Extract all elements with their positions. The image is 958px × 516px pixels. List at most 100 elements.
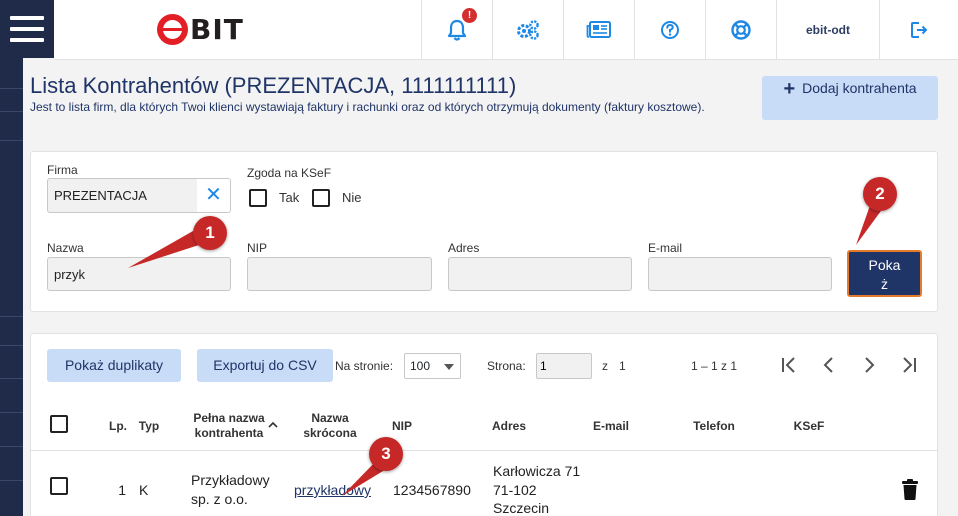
- annotation-marker-1: 1: [193, 216, 227, 250]
- last-page-icon: [903, 357, 916, 373]
- per-page-label: Na stronie:: [335, 359, 394, 373]
- row-checkbox[interactable]: [50, 477, 68, 495]
- user-menu[interactable]: ebit-odt: [776, 0, 879, 60]
- col-telefon[interactable]: Telefon: [690, 419, 738, 434]
- chevron-left-icon: [823, 357, 833, 373]
- per-page-value: 100: [410, 359, 431, 373]
- email-label: E-mail: [648, 241, 683, 255]
- logout-icon: [911, 22, 928, 38]
- row-nip: 1234567890: [393, 482, 471, 498]
- nazwa-input[interactable]: [47, 257, 231, 291]
- col-nip[interactable]: NIP: [388, 419, 416, 434]
- ebit-logo[interactable]: BIT: [157, 12, 244, 46]
- email-input[interactable]: [648, 257, 832, 291]
- sidebar: [0, 0, 23, 516]
- hamburger-icon: [10, 27, 44, 31]
- row-adres-postal: 71-102: [493, 482, 537, 498]
- col-full-name[interactable]: Pełna nazwa kontrahenta: [188, 411, 270, 441]
- firma-label: Firma: [47, 163, 78, 177]
- show-button[interactable]: Pokaż: [847, 250, 922, 297]
- trash-icon: [902, 479, 918, 500]
- first-page-button[interactable]: [777, 353, 801, 377]
- logo-e-icon: [157, 13, 188, 45]
- sidebar-divider: [0, 88, 23, 89]
- col-adres[interactable]: Adres: [490, 419, 528, 434]
- sidebar-divider: [0, 412, 23, 413]
- delete-row-button[interactable]: [901, 479, 919, 505]
- add-contractor-label: Dodaj kontrahenta: [802, 80, 917, 96]
- row-adres-street: Karłowicza 71: [493, 463, 581, 479]
- page-title: Lista Kontrahentów (PREZENTACJA, 1111111…: [30, 73, 517, 98]
- sidebar-divider: [0, 140, 23, 141]
- col-short-name[interactable]: Nazwa skrócona: [296, 411, 364, 441]
- adres-input[interactable]: [448, 257, 632, 291]
- sort-asc-icon[interactable]: [266, 418, 280, 437]
- support-button[interactable]: [705, 0, 776, 60]
- sidebar-divider: [0, 378, 23, 379]
- settings-button[interactable]: [492, 0, 563, 60]
- row-short-name-link[interactable]: przykładowy: [294, 481, 371, 500]
- show-duplicates-button[interactable]: Pokaż duplikaty: [47, 349, 181, 382]
- caret-down-icon: [444, 364, 454, 370]
- hamburger-icon: [10, 38, 44, 42]
- col-typ[interactable]: Typ: [136, 419, 162, 434]
- ksef-no-checkbox[interactable]: [312, 189, 330, 207]
- lifebuoy-icon: [731, 20, 751, 40]
- col-email[interactable]: E-mail: [590, 419, 632, 434]
- chevron-right-icon: [865, 357, 875, 373]
- ksef-no-label: Nie: [342, 190, 362, 205]
- logout-button[interactable]: [879, 0, 958, 60]
- next-page-button[interactable]: [857, 353, 881, 377]
- row-typ: K: [139, 482, 149, 498]
- ksef-consent-label: Zgoda na KSeF: [247, 166, 332, 180]
- user-name: ebit-odt: [806, 23, 850, 37]
- bell-icon: [447, 19, 467, 41]
- news-button[interactable]: [563, 0, 634, 60]
- page-of-label: z: [602, 359, 608, 373]
- header-divider: [31, 450, 937, 451]
- ksef-yes-label: Tak: [279, 190, 300, 205]
- first-page-icon: [782, 357, 795, 373]
- row-lp: 1: [118, 482, 126, 498]
- page-count: 1: [619, 359, 626, 373]
- plus-icon: +: [783, 78, 796, 100]
- logo-text: BIT: [190, 12, 244, 46]
- last-page-button[interactable]: [897, 353, 921, 377]
- menu-toggle-button[interactable]: [0, 0, 54, 58]
- notifications-button[interactable]: !: [421, 0, 492, 60]
- page-input[interactable]: [536, 353, 592, 379]
- adres-label: Adres: [448, 241, 480, 255]
- firma-input[interactable]: [47, 178, 198, 213]
- row-adres-city: Szczecin: [493, 500, 550, 516]
- export-csv-button[interactable]: Exportuj do CSV: [197, 349, 333, 382]
- help-button[interactable]: [634, 0, 705, 60]
- nip-input[interactable]: [247, 257, 432, 291]
- notification-badge: !: [462, 8, 477, 23]
- page-label: Strona:: [487, 359, 526, 373]
- per-page-select[interactable]: 100: [404, 353, 461, 379]
- page-subtitle: Jest to lista firm, dla których Twoi kli…: [30, 100, 705, 114]
- show-button-label: Pokaż: [868, 257, 901, 292]
- top-bar: BIT ! ebit-odt: [54, 0, 958, 60]
- clear-firma-button[interactable]: ✕: [197, 178, 231, 213]
- ksef-yes-checkbox[interactable]: [249, 189, 267, 207]
- col-ksef[interactable]: KSeF: [790, 419, 828, 434]
- row-full-name: Przykładowy sp. z o.o.: [191, 472, 270, 507]
- nip-label: NIP: [247, 241, 268, 255]
- sidebar-divider: [0, 316, 23, 317]
- annotation-marker-3: 3: [369, 437, 403, 471]
- close-icon: ✕: [205, 184, 222, 206]
- sidebar-divider: [0, 446, 23, 447]
- col-lp[interactable]: Lp.: [104, 419, 132, 434]
- app: BIT ! ebit-odt Lista Kontrahentów (PREZE…: [0, 0, 958, 516]
- add-contractor-button[interactable]: + Dodaj kontrahenta: [762, 76, 938, 120]
- question-circle-icon: [661, 21, 679, 39]
- range-label: 1 – 1 z 1: [691, 359, 738, 373]
- sidebar-divider: [0, 345, 23, 346]
- prev-page-button[interactable]: [817, 353, 841, 377]
- annotation-marker-2: 2: [863, 177, 897, 211]
- nazwa-label: Nazwa: [47, 241, 84, 255]
- select-all-checkbox[interactable]: [50, 415, 68, 433]
- newspaper-icon: [586, 21, 611, 38]
- gears-icon: [517, 20, 539, 40]
